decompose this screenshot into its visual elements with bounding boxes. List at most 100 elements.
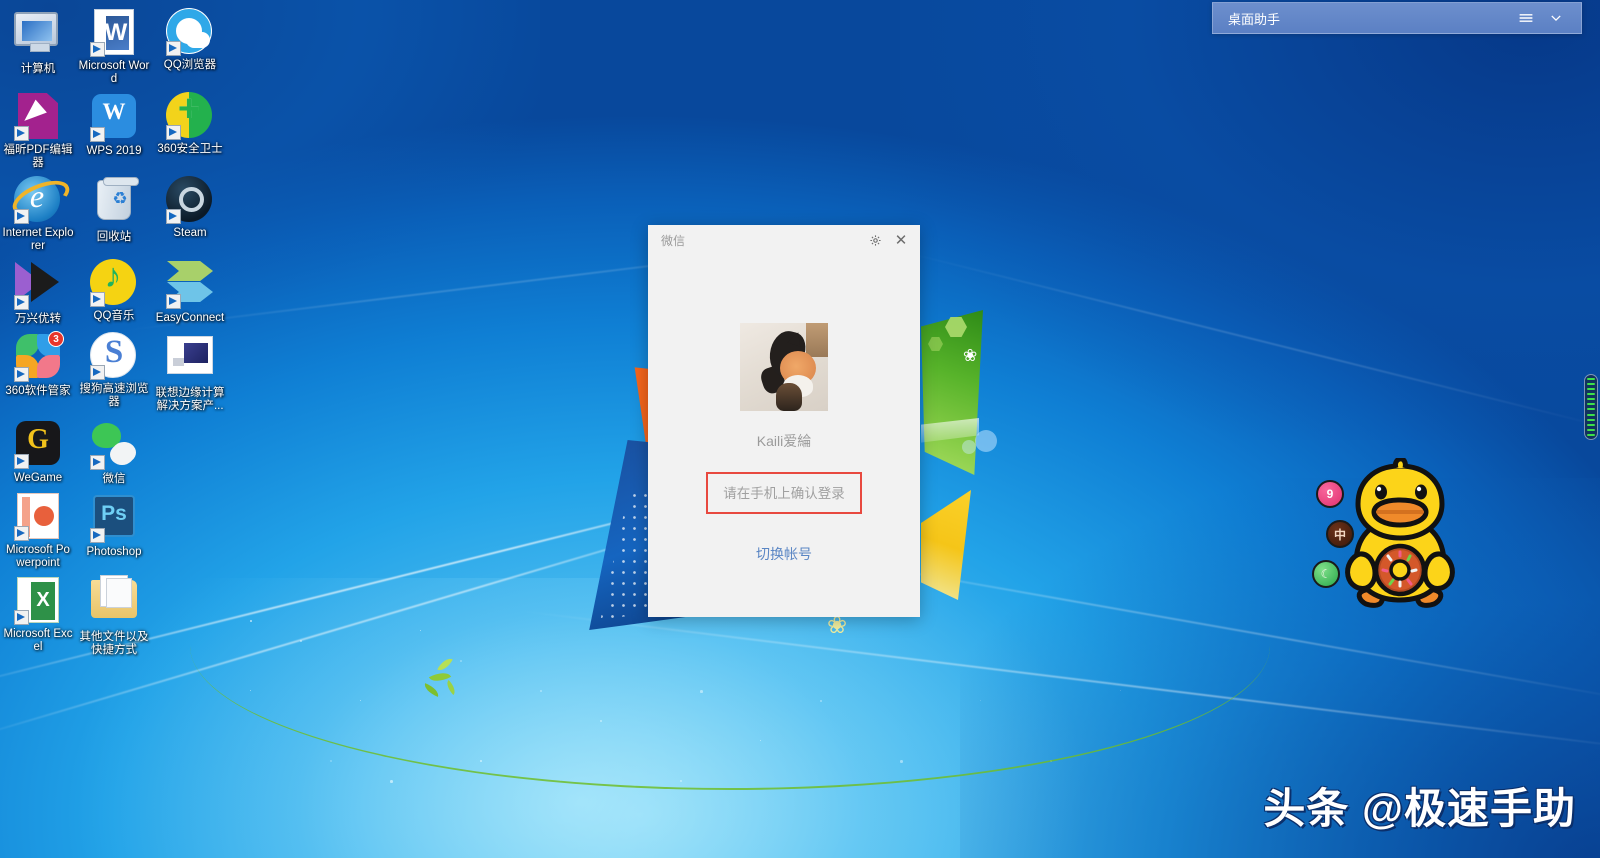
wallpaper-sparkle xyxy=(900,760,903,763)
shortcut-arrow-icon xyxy=(166,209,181,224)
desktop-icon-foxit-pdf-editor[interactable]: 福昕PDF编辑器 xyxy=(0,88,76,172)
gauge-segment xyxy=(1587,378,1595,380)
wallpaper-sparkle xyxy=(760,740,761,741)
wallpaper-sparkle xyxy=(540,690,542,692)
wallpaper-shape-yellow xyxy=(921,490,971,600)
gauge-segment xyxy=(1587,388,1595,390)
mascot-button-notification[interactable]: 9 xyxy=(1316,480,1344,508)
desktop-icon-microsoft-powerpoint[interactable]: Microsoft Powerpoint xyxy=(0,488,76,572)
wallpaper-sparkle xyxy=(360,700,361,701)
desktop-icon-microsoft-word[interactable]: Microsoft Word xyxy=(76,4,152,88)
duck-mascot[interactable] xyxy=(1336,458,1464,618)
wallpaper-leaf xyxy=(437,655,452,673)
desktop-icon-label: 联想边缘计算解决方案产... xyxy=(154,387,226,413)
watermark-text: 头条 @极速手助 xyxy=(1263,775,1576,836)
shortcut-arrow-icon xyxy=(166,125,181,140)
wallpaper-bubble xyxy=(975,430,997,452)
desktop-icon-microsoft-word-icon xyxy=(90,9,138,57)
desktop-icon-360-software-manager[interactable]: 3 360软件管家 xyxy=(0,328,76,415)
mascot-button-group[interactable]: 9 中 ☾ xyxy=(1309,480,1345,590)
desktop-icon-label: 万兴优转 xyxy=(2,313,74,326)
wallpaper-sparkle xyxy=(1120,690,1121,691)
wechat-login-dialog[interactable]: 微信 ✕ Kaili爱綸 请在手机上确认登录 切换帐号 xyxy=(648,225,920,617)
wallpaper-hexagon xyxy=(928,337,943,351)
chevron-down-icon[interactable] xyxy=(1541,5,1571,31)
shortcut-arrow-icon xyxy=(14,126,29,141)
wallpaper-hexagon xyxy=(945,317,967,337)
wallpaper-leaf xyxy=(429,668,451,686)
desktop-icon-qq-browser-icon xyxy=(166,8,214,56)
desktop-icon-label: Internet Explorer xyxy=(2,227,74,253)
desktop-icon-computer-icon xyxy=(14,12,62,60)
desktop-icon-wegame-icon xyxy=(14,421,62,469)
desktop-icon-label: 其他文件以及快捷方式 xyxy=(78,631,150,657)
shortcut-arrow-icon xyxy=(90,292,105,307)
desktop-icon-sogou-browser-icon xyxy=(90,332,138,380)
desktop[interactable]: ❀ ❀ 计算机 Microsoft Word QQ浏览器福昕PDF编辑器 WPS 20… xyxy=(0,0,1600,858)
gauge-segment xyxy=(1587,414,1595,416)
close-icon[interactable]: ✕ xyxy=(888,228,914,252)
desktop-icon-label: 计算机 xyxy=(2,63,74,76)
avatar[interactable] xyxy=(740,323,828,411)
desktop-icon-internet-explorer[interactable]: Internet Explorer xyxy=(0,172,76,255)
desktop-icon-photoshop[interactable]: Photoshop xyxy=(76,488,152,572)
desktop-icon-label: 360安全卫士 xyxy=(154,143,226,156)
desktop-icon-sogou-browser[interactable]: 搜狗高速浏览器 xyxy=(76,328,152,415)
desktop-icon-computer[interactable]: 计算机 xyxy=(0,4,76,88)
desktop-icon-steam[interactable]: Steam xyxy=(152,172,228,255)
desktop-icon-row: 计算机 Microsoft Word QQ浏览器 xyxy=(0,4,232,88)
desktop-icon-wondershare-uniconverter[interactable]: 万兴优转 xyxy=(0,255,76,328)
wallpaper-sparkle xyxy=(700,690,703,693)
desktop-icon-qq-browser[interactable]: QQ浏览器 xyxy=(152,4,228,88)
wallpaper-sparkle xyxy=(420,630,421,631)
desktop-icon-label: 360软件管家 xyxy=(2,385,74,398)
desktop-icon-empty-2 xyxy=(152,488,228,572)
desktop-icon-wps-2019[interactable]: WPS 2019 xyxy=(76,88,152,172)
desktop-icon-row: Internet Explorer 回收站Steam xyxy=(0,172,232,255)
desktop-icon-foxit-pdf-editor-icon xyxy=(14,93,62,141)
shortcut-arrow-icon xyxy=(90,127,105,142)
mascot-button-moon[interactable]: ☾ xyxy=(1312,560,1340,588)
gauge-segment xyxy=(1587,383,1595,385)
switch-account-link[interactable]: 切换帐号 xyxy=(756,544,812,564)
desktop-icon-wps-2019-icon xyxy=(90,94,138,142)
hamburger-menu-icon[interactable] xyxy=(1511,5,1541,31)
desktop-icon-label: 回收站 xyxy=(78,231,150,244)
wechat-dialog-body: Kaili爱綸 请在手机上确认登录 切换帐号 xyxy=(648,255,920,564)
gauge-segment xyxy=(1587,403,1595,405)
mascot-button-ime-chinese[interactable]: 中 xyxy=(1326,520,1354,548)
wechat-dialog-titlebar[interactable]: 微信 ✕ xyxy=(648,225,920,255)
wallpaper-sparkle xyxy=(250,690,251,691)
desktop-icon-qq-music[interactable]: QQ音乐 xyxy=(76,255,152,328)
wallpaper-sparkle xyxy=(330,760,332,762)
desktop-assistant-title: 桌面助手 xyxy=(1228,9,1511,28)
desktop-icon-lenovo-edge-computing[interactable]: 联想边缘计算解决方案产... xyxy=(152,328,228,415)
shortcut-arrow-icon xyxy=(14,610,29,625)
desktop-icon-wechat[interactable]: 微信 xyxy=(76,415,152,488)
desktop-icon-easyconnect-icon xyxy=(166,261,214,309)
desktop-icon-empty xyxy=(152,415,228,488)
desktop-icon-grid: 计算机Microsoft WordQQ浏览器福昕PDF编辑器WPS 201936… xyxy=(0,4,232,659)
confirm-login-hint-box: 请在手机上确认登录 xyxy=(706,472,862,514)
system-resource-gauge[interactable] xyxy=(1584,374,1598,440)
desktop-assistant-window[interactable]: 桌面助手 xyxy=(1212,2,1582,34)
desktop-icon-recycle-bin[interactable]: 回收站 xyxy=(76,172,152,255)
desktop-icon-row: WeGame 微信 xyxy=(0,415,232,488)
wallpaper-sparkle xyxy=(600,720,602,722)
gauge-segment xyxy=(1587,429,1595,431)
gear-icon[interactable] xyxy=(862,228,888,252)
desktop-icon-microsoft-excel[interactable]: Microsoft Excel xyxy=(0,572,76,659)
desktop-icon-photoshop-icon xyxy=(90,495,138,543)
mascot-button-moon-label: ☾ xyxy=(1321,567,1332,581)
desktop-icon-other-files-and-shortcuts[interactable]: 其他文件以及快捷方式 xyxy=(76,572,152,659)
desktop-icon-label: QQ音乐 xyxy=(78,310,150,323)
shortcut-arrow-icon xyxy=(90,528,105,543)
desktop-icon-wegame[interactable]: WeGame xyxy=(0,415,76,488)
desktop-icon-label: Photoshop xyxy=(78,546,150,559)
desktop-icon-360-safe-guard[interactable]: 360安全卫士 xyxy=(152,88,228,172)
desktop-icon-empty-3 xyxy=(152,572,228,659)
gauge-segment xyxy=(1587,398,1595,400)
shortcut-arrow-icon xyxy=(90,455,105,470)
desktop-icon-easyconnect[interactable]: EasyConnect xyxy=(152,255,228,328)
desktop-icon-label: QQ浏览器 xyxy=(154,59,226,72)
